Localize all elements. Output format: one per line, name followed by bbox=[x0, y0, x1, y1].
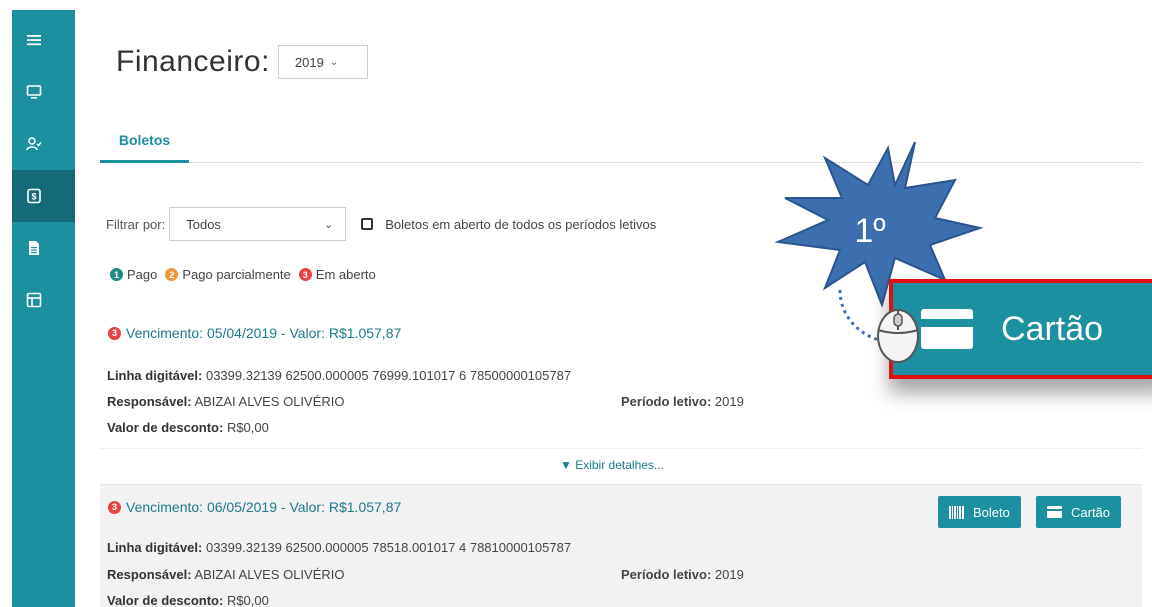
filter-select-value: Todos bbox=[186, 216, 221, 232]
linha-label: Linha digitável: bbox=[107, 540, 203, 555]
sidebar-item-dashboard[interactable] bbox=[12, 66, 75, 118]
highlighted-cartao-button[interactable]: Cartão bbox=[889, 279, 1152, 379]
periodo-value: 2019 bbox=[714, 567, 744, 582]
status-dot: 2 bbox=[165, 268, 179, 281]
periodo-label: Período letivo: bbox=[621, 394, 712, 409]
sidebar-menu-button[interactable] bbox=[12, 14, 75, 66]
status-dot: 3 bbox=[298, 268, 312, 281]
document-icon bbox=[29, 241, 39, 255]
status-dot: 3 bbox=[108, 500, 121, 514]
sidebar-item-documents[interactable] bbox=[12, 222, 75, 274]
legend-label: Pago parcialmente bbox=[182, 267, 291, 282]
periodo-value: 2019 bbox=[714, 394, 744, 409]
monitor-icon bbox=[26, 85, 42, 99]
legend-item-parcial: 2 Pago parcialmente bbox=[165, 267, 291, 282]
vencimento-link[interactable]: Vencimento: 06/05/2019 - Valor: R$1.057,… bbox=[126, 499, 401, 515]
desconto-value: R$0,00 bbox=[226, 420, 269, 435]
exibir-detalhes-link[interactable]: ▼ Exibir detalhes... bbox=[560, 458, 664, 472]
layout-icon bbox=[26, 292, 42, 308]
boleto-card: 3 Vencimento: 06/05/2019 - Valor: R$1.05… bbox=[100, 484, 1142, 607]
sidebar: $ bbox=[12, 10, 75, 607]
desconto-label: Valor de desconto: bbox=[107, 593, 224, 607]
valor-desconto: Valor de desconto: R$0,00 bbox=[107, 593, 269, 607]
periodo-letivo: Período letivo: 2019 bbox=[621, 567, 744, 582]
cartao-button-label: Cartão bbox=[1071, 504, 1111, 520]
barcode-icon bbox=[949, 505, 964, 519]
status-legend: 1 Pago 2 Pago parcialmente 3 Em aberto bbox=[110, 267, 384, 282]
cartao-button[interactable]: Cartão bbox=[1036, 496, 1122, 528]
periodo-letivo: Período letivo: 2019 bbox=[621, 394, 744, 409]
responsavel: Responsável: ABIZAI ALVES OLIVÉRIO bbox=[107, 394, 345, 409]
responsavel-value: ABIZAI ALVES OLIVÉRIO bbox=[194, 394, 345, 409]
dollar-doc-icon: $ bbox=[27, 188, 41, 204]
filter-label: Filtrar por: bbox=[106, 216, 166, 232]
status-dot: 1 bbox=[110, 268, 123, 281]
vencimento-link[interactable]: Vencimento: 05/04/2019 - Valor: R$1.057,… bbox=[126, 325, 401, 341]
credit-card-icon bbox=[921, 309, 973, 349]
page-title: Financeiro: bbox=[116, 45, 270, 78]
year-select-value: 2019 bbox=[294, 54, 324, 70]
sidebar-item-profile[interactable] bbox=[12, 118, 75, 170]
status-dot: 3 bbox=[108, 326, 121, 340]
chevron-down-icon: ⌄ bbox=[324, 218, 334, 231]
desconto-value: R$0,00 bbox=[226, 593, 269, 607]
legend-item-aberto: 3 Em aberto bbox=[298, 267, 376, 282]
highlighted-cartao-label: Cartão bbox=[1001, 309, 1104, 348]
legend-item-pago: 1 Pago bbox=[110, 267, 157, 282]
year-select[interactable]: 2019 ⌄ bbox=[277, 45, 368, 79]
desconto-label: Valor de desconto: bbox=[107, 420, 224, 435]
boleto-button[interactable]: Boleto bbox=[938, 496, 1021, 528]
legend-label: Em aberto bbox=[315, 267, 376, 282]
valor-desconto: Valor de desconto: R$0,00 bbox=[107, 420, 269, 435]
responsavel-label: Responsável: bbox=[107, 394, 192, 409]
menu-icon bbox=[27, 35, 41, 46]
responsavel: Responsável: ABIZAI ALVES OLIVÉRIO bbox=[107, 567, 345, 582]
user-check-icon bbox=[26, 137, 42, 151]
sidebar-item-financeiro[interactable]: $ bbox=[12, 170, 75, 222]
filter-select[interactable]: Todos ⌄ bbox=[169, 207, 347, 241]
open-boletos-checkbox[interactable] bbox=[361, 218, 374, 230]
linha-value: 03399.32139 62500.000005 78518.001017 4 … bbox=[205, 540, 572, 555]
burst-step-label: 1º bbox=[854, 212, 885, 250]
mouse-cursor-icon bbox=[877, 309, 919, 363]
chevron-down-icon: ⌄ bbox=[329, 56, 339, 68]
linha-value: 03399.32139 62500.000005 76999.101017 6 … bbox=[205, 368, 572, 383]
responsavel-label: Responsável: bbox=[107, 567, 192, 582]
responsavel-value: ABIZAI ALVES OLIVÉRIO bbox=[194, 567, 345, 582]
sidebar-item-layout[interactable] bbox=[12, 274, 75, 326]
svg-text:$: $ bbox=[31, 192, 36, 202]
linha-digitavel: Linha digitável: 03399.32139 62500.00000… bbox=[107, 368, 571, 383]
tab-boletos[interactable]: Boletos bbox=[100, 127, 189, 163]
boleto-button-label: Boleto bbox=[973, 504, 1010, 520]
linha-label: Linha digitável: bbox=[107, 368, 203, 383]
linha-digitavel: Linha digitável: 03399.32139 62500.00000… bbox=[107, 540, 571, 555]
checkbox-label: Boletos em aberto de todos os períodos l… bbox=[385, 216, 657, 232]
periodo-label: Período letivo: bbox=[621, 567, 712, 582]
legend-label: Pago bbox=[127, 267, 158, 282]
credit-card-icon bbox=[1047, 506, 1062, 518]
divider bbox=[100, 448, 1142, 449]
